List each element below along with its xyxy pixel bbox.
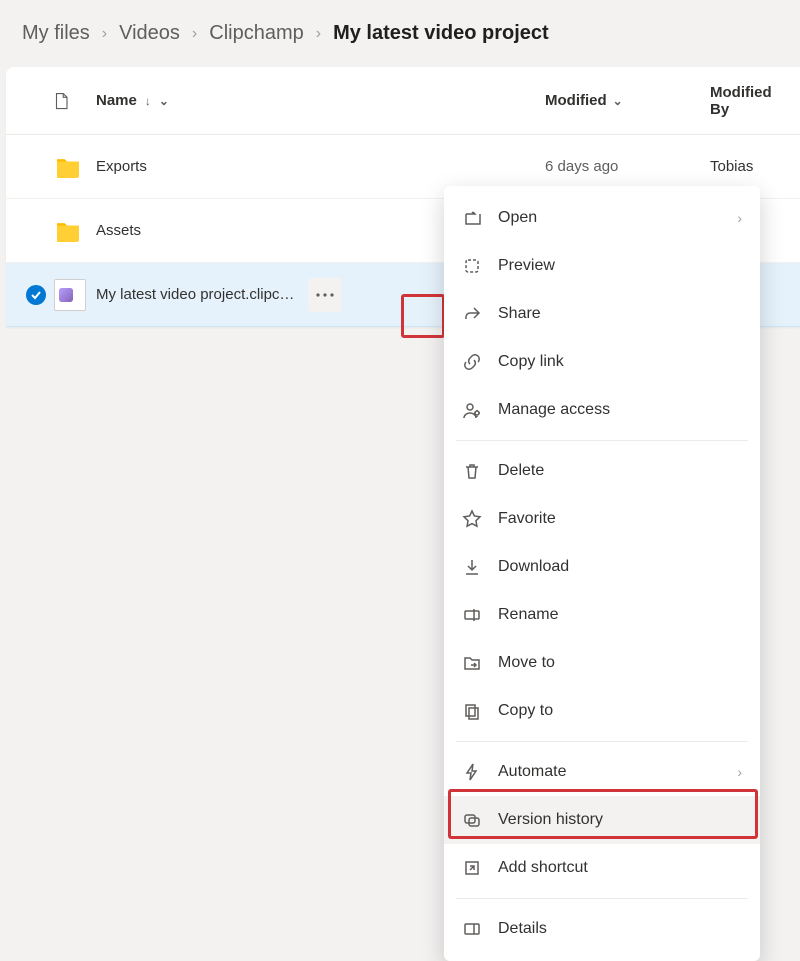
menu-label: Details — [498, 920, 742, 938]
chevron-right-icon: › — [192, 25, 197, 43]
clipchamp-file-icon — [54, 279, 86, 311]
menu-separator — [456, 440, 748, 441]
table-header: Name ↓ ⌄ Modified ⌄ Modified By — [6, 67, 800, 135]
folder-icon — [54, 156, 82, 178]
row-modified-by: Tobias — [710, 158, 780, 175]
chevron-down-icon: ⌄ — [159, 94, 169, 108]
header-modified-by-label: Modified By — [710, 84, 772, 118]
arrow-down-icon: ↓ — [145, 94, 151, 108]
chevron-right-icon: › — [316, 25, 321, 43]
preview-icon — [462, 256, 482, 276]
menu-add-shortcut[interactable]: Add shortcut — [444, 844, 760, 892]
menu-label: Rename — [498, 606, 742, 624]
menu-label: Preview — [498, 257, 742, 275]
menu-delete[interactable]: Delete — [444, 447, 760, 495]
menu-move-to[interactable]: Move to — [444, 639, 760, 687]
chevron-right-icon: › — [737, 764, 742, 780]
more-actions-button[interactable] — [308, 278, 342, 312]
menu-label: Version history — [498, 811, 742, 829]
menu-label: Favorite — [498, 510, 742, 528]
row-icon — [54, 220, 96, 242]
menu-label: Share — [498, 305, 742, 323]
menu-label: Add shortcut — [498, 859, 742, 877]
row-name[interactable]: Exports — [96, 158, 545, 175]
row-modified: 6 days ago — [545, 158, 710, 175]
menu-automate[interactable]: Automate › — [444, 748, 760, 796]
document-icon — [52, 90, 70, 112]
share-icon — [462, 304, 482, 324]
rename-icon — [462, 605, 482, 625]
menu-preview[interactable]: Preview — [444, 242, 760, 290]
ellipsis-icon — [316, 293, 334, 297]
breadcrumb-link[interactable]: Clipchamp — [209, 22, 303, 45]
chevron-right-icon: › — [102, 25, 107, 43]
details-icon — [462, 919, 482, 939]
automate-icon — [462, 762, 482, 782]
menu-download[interactable]: Download — [444, 543, 760, 591]
delete-icon — [462, 461, 482, 481]
link-icon — [462, 352, 482, 372]
folder-icon — [54, 220, 82, 242]
context-menu: Open › Preview Share Copy link Manage ac… — [444, 186, 760, 961]
menu-copy-link[interactable]: Copy link — [444, 338, 760, 386]
download-icon — [462, 557, 482, 577]
breadcrumb: My files › Videos › Clipchamp › My lates… — [0, 0, 800, 67]
menu-copy-to[interactable]: Copy to — [444, 687, 760, 735]
menu-manage-access[interactable]: Manage access — [444, 386, 760, 434]
moveto-icon — [462, 653, 482, 673]
menu-label: Download — [498, 558, 742, 576]
menu-details[interactable]: Details — [444, 905, 760, 953]
favorite-icon — [462, 509, 482, 529]
menu-label: Manage access — [498, 401, 742, 419]
row-icon — [54, 279, 96, 311]
version-icon — [462, 810, 482, 830]
row-icon — [54, 156, 96, 178]
menu-label: Open — [498, 209, 721, 227]
breadcrumb-link[interactable]: Videos — [119, 22, 180, 45]
menu-separator — [456, 898, 748, 899]
menu-favorite[interactable]: Favorite — [444, 495, 760, 543]
menu-label: Delete — [498, 462, 742, 480]
chevron-right-icon: › — [737, 210, 742, 226]
open-icon — [462, 208, 482, 228]
menu-label: Move to — [498, 654, 742, 672]
header-filetype[interactable] — [26, 90, 96, 112]
header-name-label: Name — [96, 92, 137, 109]
row-check[interactable] — [26, 285, 54, 305]
checkmark-icon — [26, 285, 46, 305]
menu-rename[interactable]: Rename — [444, 591, 760, 639]
header-modified[interactable]: Modified ⌄ — [545, 92, 710, 109]
chevron-down-icon: ⌄ — [613, 94, 623, 108]
menu-label: Copy to — [498, 702, 742, 720]
menu-open[interactable]: Open › — [444, 194, 760, 242]
header-modified-by[interactable]: Modified By — [710, 84, 780, 118]
menu-separator — [456, 741, 748, 742]
menu-share[interactable]: Share — [444, 290, 760, 338]
menu-label: Automate — [498, 763, 721, 781]
menu-label: Copy link — [498, 353, 742, 371]
shortcut-icon — [462, 858, 482, 878]
header-name[interactable]: Name ↓ ⌄ — [96, 92, 545, 109]
header-modified-label: Modified — [545, 92, 607, 109]
breadcrumb-link[interactable]: My files — [22, 22, 90, 45]
row-name[interactable]: My latest video project.clipc… — [96, 286, 294, 303]
breadcrumb-current: My latest video project — [333, 22, 549, 45]
menu-version-history[interactable]: Version history — [444, 796, 760, 844]
copyto-icon — [462, 701, 482, 721]
access-icon — [462, 400, 482, 420]
